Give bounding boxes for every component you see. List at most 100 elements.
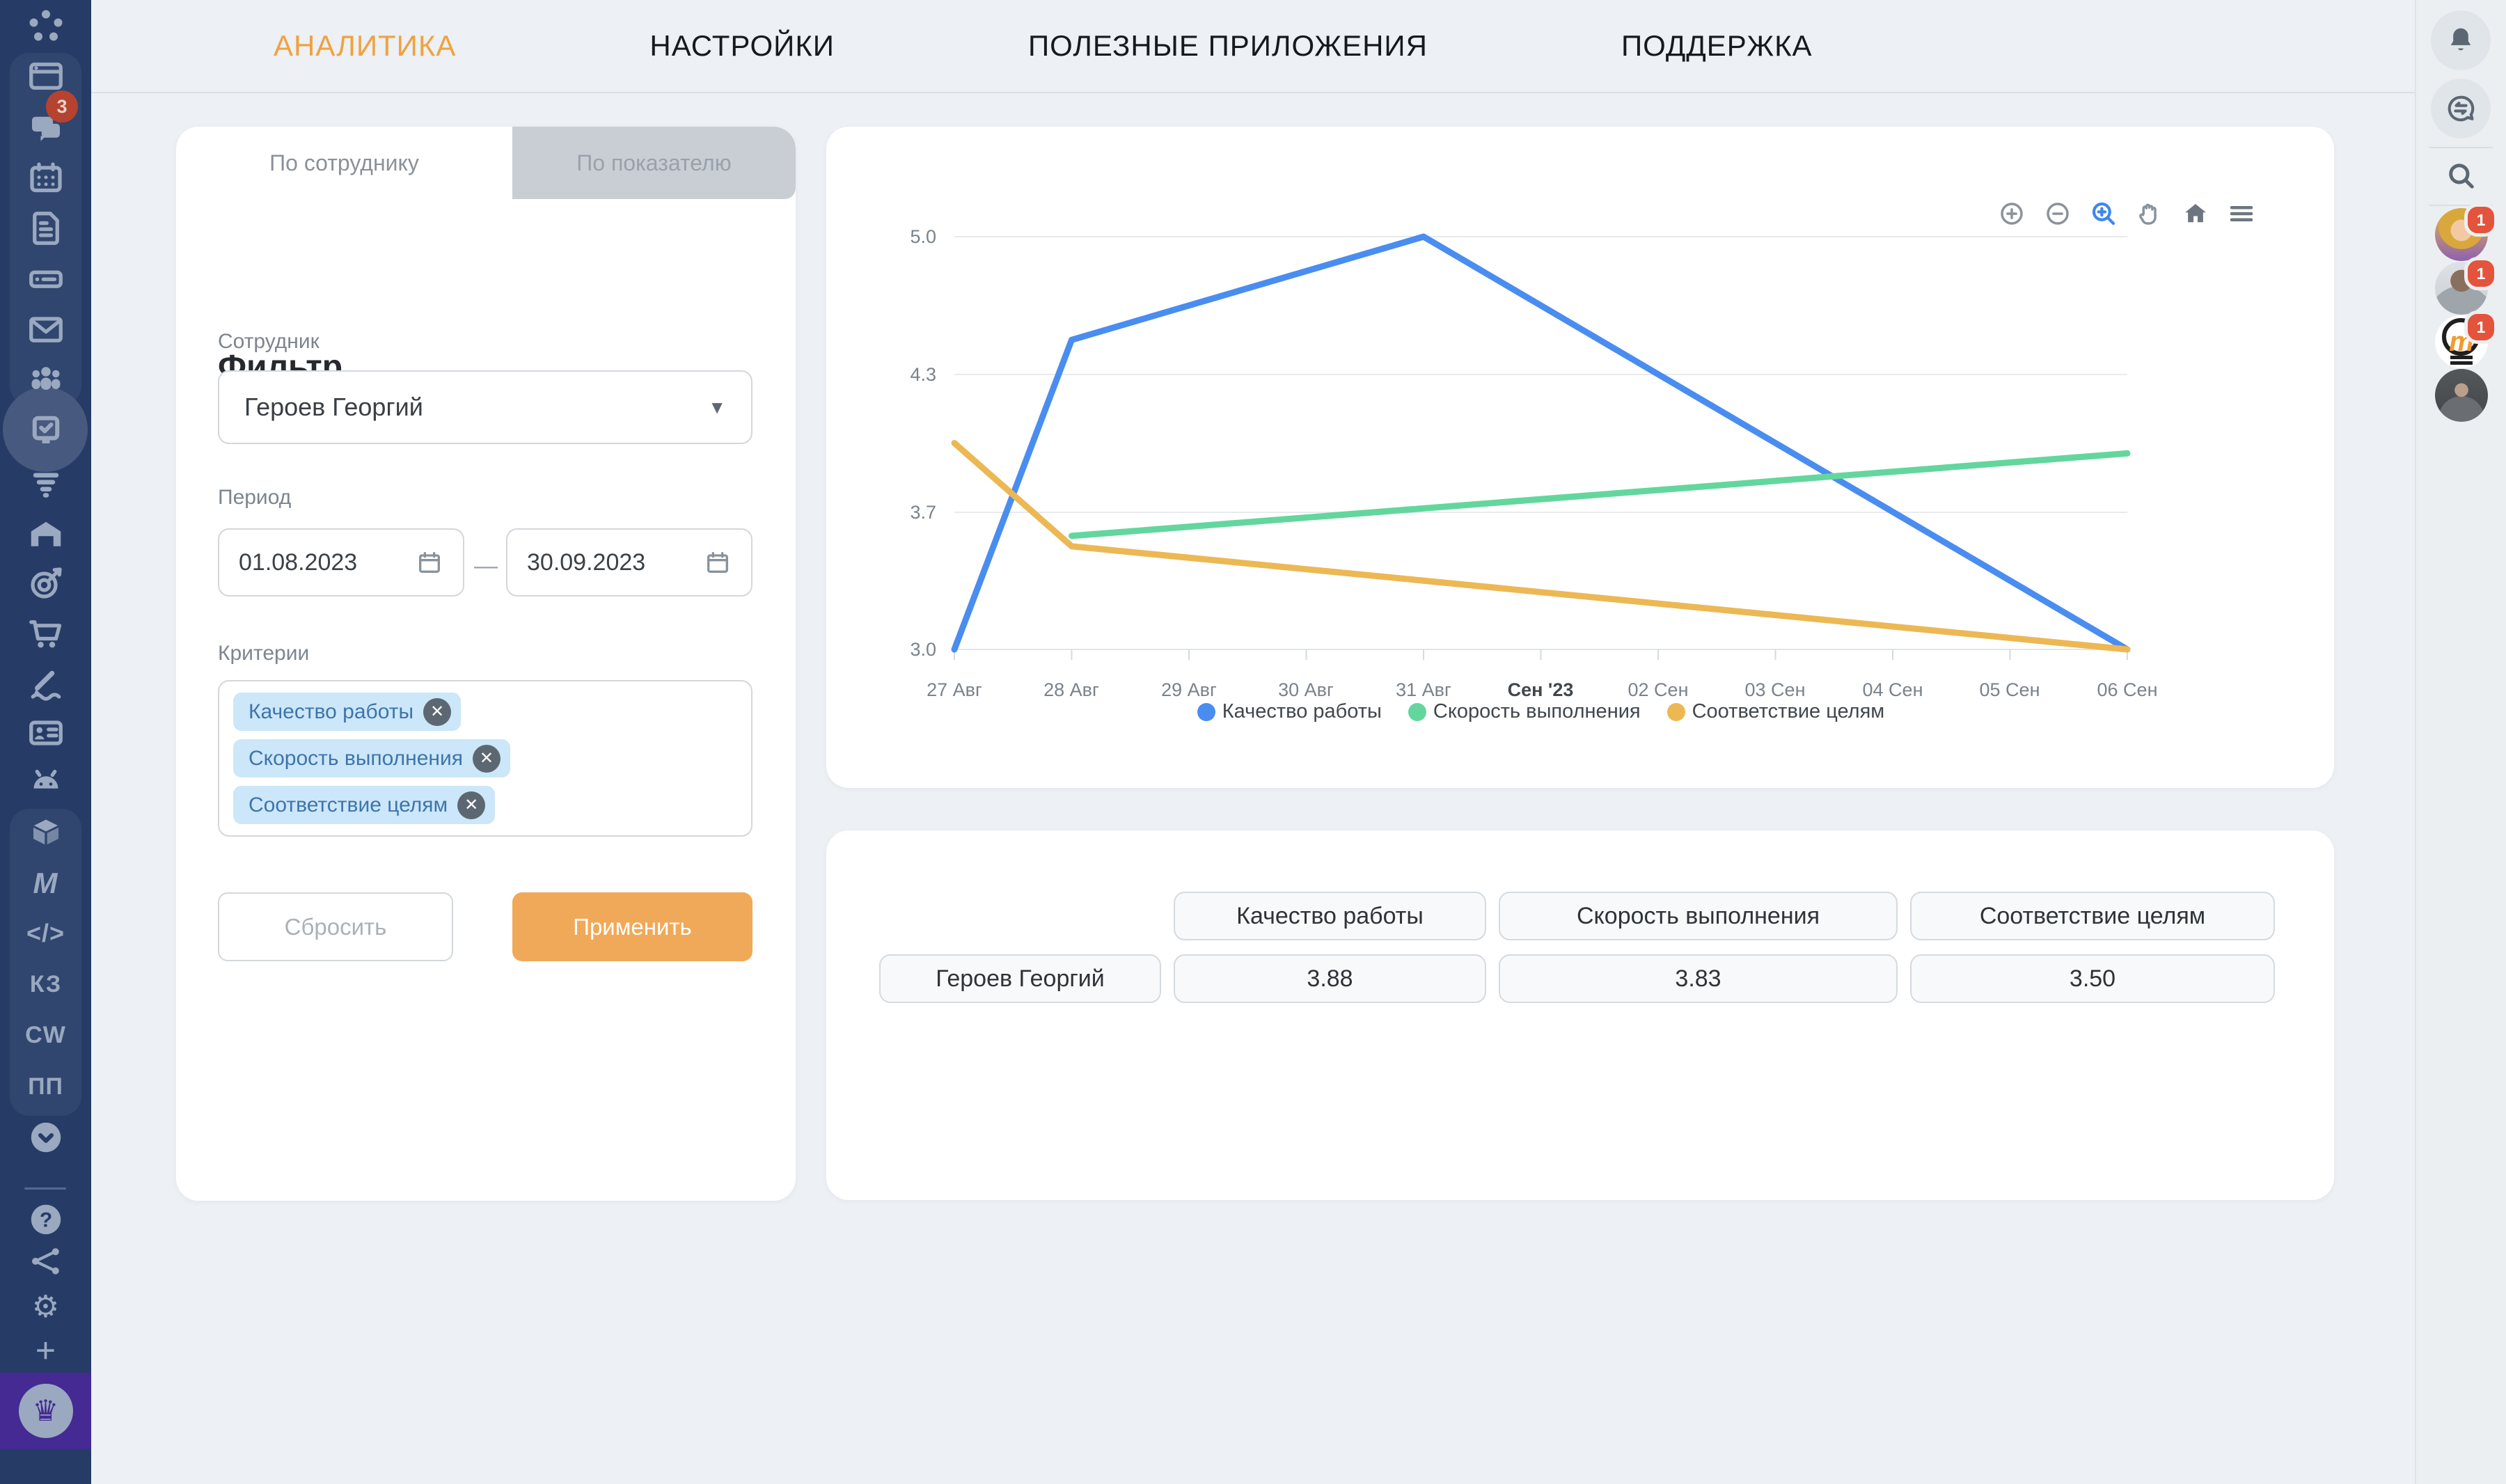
- share-network-icon: [25, 1240, 67, 1282]
- x-axis-tick: 06 Сен: [2097, 679, 2158, 701]
- sidebar-divider: [24, 1187, 66, 1190]
- sidebar-item-dev-app[interactable]: </>: [0, 908, 91, 958]
- sidebar-item-chat[interactable]: [0, 103, 91, 153]
- date-to-value: 30.09.2023: [527, 549, 645, 576]
- table-header-speed: Скорость выполнения: [1499, 892, 1898, 940]
- cube-icon: [25, 812, 67, 854]
- sidebar-item-idcard[interactable]: [0, 708, 91, 758]
- remove-chip-icon[interactable]: ✕: [423, 698, 451, 726]
- remove-chip-icon[interactable]: ✕: [457, 791, 485, 819]
- employee-label: Сотрудник: [218, 330, 320, 354]
- monitor-check-icon: [25, 409, 67, 450]
- x-axis-tick: 29 Авг: [1161, 679, 1217, 701]
- sidebar-item-add[interactable]: +: [0, 1325, 91, 1375]
- x-axis-tick: 30 Авг: [1278, 679, 1334, 701]
- table-header-quality: Качество работы: [1174, 892, 1486, 940]
- criteria-chip: Соответствие целям ✕: [233, 786, 495, 824]
- x-axis-tick: 04 Сен: [1863, 679, 1923, 701]
- pp-label: ПП: [28, 1073, 63, 1100]
- drive-icon: [25, 258, 67, 299]
- sidebar-item-premium[interactable]: ♛: [0, 1373, 91, 1449]
- chart-legend: Качество работы Скорость выполнения Соот…: [954, 700, 2127, 723]
- remove-chip-icon[interactable]: ✕: [473, 745, 501, 773]
- legend-marker: [1197, 703, 1215, 721]
- sidebar-item-documents[interactable]: [0, 203, 91, 253]
- document-icon: [25, 207, 67, 249]
- sidebar-item-cw-app[interactable]: CW: [0, 1010, 91, 1060]
- sidebar-item-m-app[interactable]: M: [0, 858, 91, 908]
- calendar-icon: [704, 548, 732, 576]
- table-value-speed: 3.83: [1499, 954, 1898, 1003]
- sidebar-item-calendar[interactable]: [0, 153, 91, 203]
- legend-label: Качество работы: [1222, 700, 1382, 723]
- plus-icon: +: [36, 1333, 56, 1368]
- sidebar-item-drive[interactable]: [0, 253, 91, 303]
- legend-marker: [1667, 703, 1685, 721]
- legend-item-goals[interactable]: Соответствие целям: [1667, 700, 1885, 723]
- sidebar-item-tasks-active[interactable]: [0, 404, 91, 455]
- sidebar-item-employees[interactable]: [0, 354, 91, 404]
- sidebar-item-k3-app[interactable]: КЗ: [0, 959, 91, 1009]
- criteria-multiselect[interactable]: Качество работы ✕ Скорость выполнения ✕ …: [218, 680, 752, 837]
- date-from-input[interactable]: 01.08.2023: [218, 528, 464, 597]
- k3-label: КЗ: [30, 971, 61, 998]
- chart-line-1: [1072, 453, 2128, 536]
- apply-button[interactable]: Применить: [512, 892, 752, 961]
- people-icon: [25, 358, 67, 400]
- chat-transfer-icon: [2443, 90, 2479, 127]
- filter-panel: По сотруднику По показателю Фильтр Сотру…: [176, 127, 796, 1201]
- sidebar-item-goals[interactable]: [0, 558, 91, 608]
- search-button[interactable]: [2443, 157, 2479, 194]
- nav-analytics[interactable]: АНАЛИТИКА: [274, 29, 456, 63]
- bulb-base: [2450, 356, 2473, 359]
- sidebar-item-logo[interactable]: [0, 3, 91, 53]
- chevron-down-icon: ▼: [708, 397, 726, 418]
- reset-button[interactable]: Сбросить: [218, 892, 453, 961]
- code-icon: </>: [26, 919, 65, 948]
- sidebar-item-crm-filter[interactable]: [0, 458, 91, 508]
- gear-icon: ⚙: [32, 1292, 59, 1323]
- criteria-chip: Качество работы ✕: [233, 693, 461, 731]
- messenger-button[interactable]: [2431, 79, 2491, 139]
- sidebar-item-warehouse[interactable]: [0, 508, 91, 558]
- x-axis-tick: 02 Сен: [1628, 679, 1689, 701]
- sidebar-item-cube-app[interactable]: [0, 808, 91, 858]
- date-to-input[interactable]: 30.09.2023: [506, 528, 752, 597]
- criteria-label: Критерии: [218, 642, 309, 665]
- employee-select[interactable]: Героев Георгий ▼: [218, 370, 752, 444]
- dots-ring-logo-icon: [25, 7, 67, 49]
- tab-by-indicator[interactable]: По показателю: [512, 127, 796, 199]
- chip-label: Соответствие целям: [249, 794, 448, 817]
- tab-by-employee[interactable]: По сотруднику: [176, 127, 512, 199]
- sidebar-item-mobile-app[interactable]: [0, 757, 91, 807]
- sidebar-item-shop[interactable]: [0, 608, 91, 658]
- sidebar-item-share[interactable]: [0, 1236, 91, 1286]
- nav-settings[interactable]: НАСТРОЙКИ: [649, 29, 835, 63]
- legend-item-speed[interactable]: Скорость выполнения: [1408, 700, 1641, 723]
- sidebar-item-expand[interactable]: [0, 1112, 91, 1162]
- calendar-icon: [416, 548, 443, 576]
- x-axis-tick: 28 Авг: [1043, 679, 1099, 701]
- m-logo-icon: M: [33, 867, 58, 900]
- chart-line-0: [954, 237, 2127, 649]
- sidebar-item-site[interactable]: [0, 52, 91, 102]
- chat-notification-badge: 3: [46, 90, 78, 123]
- nav-support[interactable]: ПОДДЕРЖКА: [1621, 29, 1813, 63]
- notifications-button[interactable]: [2431, 10, 2491, 70]
- y-axis-tick: 3.7: [839, 502, 936, 523]
- sidebar-item-sign[interactable]: [0, 658, 91, 708]
- android-icon: [25, 761, 67, 803]
- sidebar-item-pp-app[interactable]: ПП: [0, 1061, 91, 1112]
- warehouse-icon: [25, 512, 67, 554]
- svg-text:?: ?: [39, 1209, 52, 1232]
- sidebar-item-mail[interactable]: [0, 304, 91, 354]
- chevron-down-icon: [25, 1116, 67, 1158]
- bell-icon: [2443, 22, 2479, 58]
- pen-signature-icon: [25, 662, 67, 704]
- right-sidebar: 1 1 m 1: [2415, 0, 2506, 1484]
- nav-useful-apps[interactable]: ПОЛЕЗНЫЕ ПРИЛОЖЕНИЯ: [1028, 29, 1428, 63]
- mail-icon: [25, 308, 67, 350]
- legend-item-quality[interactable]: Качество работы: [1197, 700, 1382, 723]
- table-value-quality: 3.88: [1174, 954, 1486, 1003]
- avatar-contact-4[interactable]: [2435, 369, 2488, 422]
